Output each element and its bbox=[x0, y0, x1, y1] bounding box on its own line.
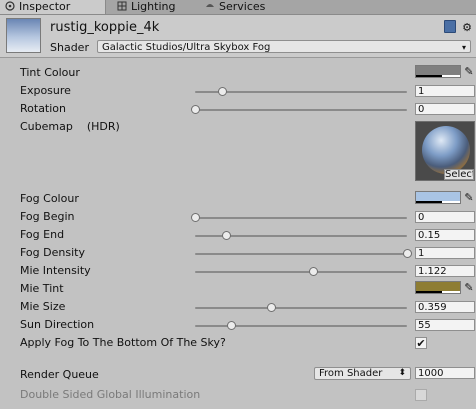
fog-begin-slider-thumb[interactable] bbox=[190, 213, 200, 222]
fog-density-field[interactable]: 1 bbox=[415, 247, 475, 259]
rotation-slider-thumb[interactable] bbox=[190, 105, 200, 114]
mie-size-slider-track[interactable] bbox=[195, 307, 407, 309]
render-queue-field[interactable]: 1000 bbox=[415, 367, 475, 379]
shader-dropdown[interactable]: Galactic Studios/Ultra Skybox Fog ▾ bbox=[97, 40, 471, 53]
exposure-slider-thumb[interactable] bbox=[218, 87, 228, 96]
cubemap-select-button[interactable]: Select bbox=[444, 169, 474, 180]
stepper-arrows-icon: ⬍ bbox=[398, 368, 406, 378]
fog-end-field[interactable]: 0.15 bbox=[415, 229, 475, 241]
render-queue-dropdown[interactable]: From Shader ⬍ bbox=[314, 367, 411, 380]
fog-begin-label: Fog Begin bbox=[20, 210, 75, 223]
mie-size-slider-thumb[interactable] bbox=[266, 303, 276, 312]
fog-begin-field[interactable]: 0 bbox=[415, 211, 475, 223]
header-icons: ⚙ bbox=[441, 20, 472, 34]
material-preview-thumbnail[interactable] bbox=[6, 18, 41, 53]
cubemap-label: Cubemap (HDR) bbox=[20, 120, 120, 133]
double-sided-gi-label: Double Sided Global Illumination bbox=[20, 388, 201, 401]
tab-lighting-label: Lighting bbox=[131, 0, 176, 13]
dropdown-arrow-icon: ▾ bbox=[461, 43, 466, 52]
shader-label: Shader bbox=[50, 41, 89, 54]
exposure-field[interactable]: 1 bbox=[415, 85, 475, 97]
rotation-field[interactable]: 0 bbox=[415, 103, 475, 115]
cubemap-label-text: Cubemap bbox=[20, 120, 73, 133]
render-queue-label: Render Queue bbox=[20, 368, 99, 381]
help-book-icon[interactable] bbox=[443, 20, 456, 33]
tab-bar: Inspector Lighting Services bbox=[0, 0, 476, 15]
tint-colour-label: Tint Colour bbox=[20, 66, 80, 79]
cubemap-texture-slot[interactable]: Select bbox=[415, 121, 475, 181]
cubemap-preview-image bbox=[422, 126, 470, 174]
fog-colour-label: Fog Colour bbox=[20, 192, 79, 205]
tab-services-label: Services bbox=[219, 0, 266, 13]
tint-colour-swatch[interactable] bbox=[415, 65, 461, 78]
shader-dropdown-value: Galactic Studios/Ultra Skybox Fog bbox=[102, 42, 271, 53]
apply-fog-bottom-label: Apply Fog To The Bottom Of The Sky? bbox=[20, 336, 226, 349]
rotation-label: Rotation bbox=[20, 102, 67, 115]
inspector-icon bbox=[5, 1, 15, 11]
mie-tint-swatch[interactable] bbox=[415, 281, 461, 294]
lighting-icon bbox=[117, 1, 127, 11]
mie-size-label: Mie Size bbox=[20, 300, 66, 313]
tab-inspector-label: Inspector bbox=[19, 0, 71, 13]
eyedropper-icon[interactable]: ✎ bbox=[463, 191, 475, 204]
apply-fog-bottom-checkbox[interactable]: ✔ bbox=[415, 337, 427, 349]
eyedropper-icon[interactable]: ✎ bbox=[463, 65, 475, 78]
fog-end-slider-thumb[interactable] bbox=[222, 231, 232, 240]
fog-begin-slider-track[interactable] bbox=[195, 217, 407, 219]
mie-intensity-slider-track[interactable] bbox=[195, 271, 407, 273]
mie-intensity-slider-thumb[interactable] bbox=[309, 267, 319, 276]
sun-direction-field[interactable]: 55 bbox=[415, 319, 475, 331]
sun-direction-slider-thumb[interactable] bbox=[226, 321, 236, 330]
fog-density-slider-thumb[interactable] bbox=[402, 249, 412, 258]
fog-colour-swatch[interactable] bbox=[415, 191, 461, 204]
double-sided-gi-checkbox[interactable] bbox=[415, 389, 427, 401]
material-name: rustig_koppie_4k bbox=[50, 20, 160, 35]
exposure-label: Exposure bbox=[20, 84, 71, 97]
cubemap-hdr-hint: (HDR) bbox=[86, 120, 120, 133]
fog-end-label: Fog End bbox=[20, 228, 65, 241]
fog-density-slider-track[interactable] bbox=[195, 253, 407, 255]
tab-inspector[interactable]: Inspector bbox=[0, 0, 106, 14]
tab-services[interactable]: Services bbox=[200, 0, 280, 14]
rotation-slider-track[interactable] bbox=[195, 109, 407, 111]
render-queue-dropdown-value: From Shader bbox=[319, 368, 383, 379]
settings-gear-icon[interactable]: ⚙ bbox=[462, 21, 472, 34]
fog-density-label: Fog Density bbox=[20, 246, 85, 259]
sun-direction-label: Sun Direction bbox=[20, 318, 95, 331]
mie-size-field[interactable]: 0.359 bbox=[415, 301, 475, 313]
services-icon bbox=[206, 4, 214, 7]
tab-lighting[interactable]: Lighting bbox=[112, 0, 192, 14]
mie-intensity-label: Mie Intensity bbox=[20, 264, 91, 277]
mie-intensity-field[interactable]: 1.122 bbox=[415, 265, 475, 277]
mie-tint-label: Mie Tint bbox=[20, 282, 64, 295]
eyedropper-icon[interactable]: ✎ bbox=[463, 281, 475, 294]
